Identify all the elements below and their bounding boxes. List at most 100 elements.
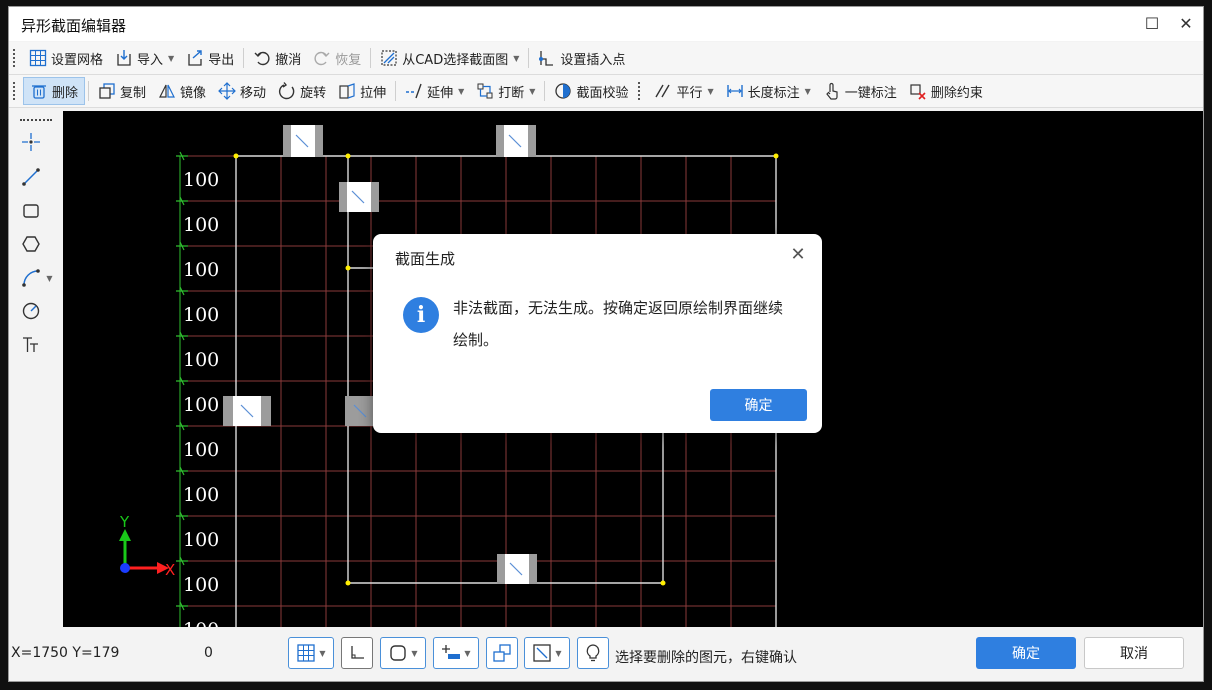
cancel-button[interactable]: 取消 (1084, 637, 1184, 669)
dialog-ok-button[interactable]: 确定 (710, 389, 807, 421)
orthogonal-button[interactable] (341, 637, 373, 669)
grid-row-label: 100 (183, 394, 219, 416)
move-button[interactable]: 移动 (212, 78, 272, 104)
maximize-icon[interactable]: ☐ (1141, 13, 1163, 35)
length-dimension-button[interactable]: 长度标注 ▼ (720, 78, 817, 104)
vertex-point[interactable] (345, 580, 351, 586)
polygon-icon[interactable] (20, 233, 42, 255)
layer-icon (493, 644, 511, 662)
delete-constraint-button[interactable]: 删除约束 (903, 78, 989, 104)
chevron-down-icon: ▼ (555, 648, 562, 658)
constraint-marker[interactable] (223, 396, 271, 426)
toolbar-grip[interactable] (638, 82, 644, 100)
chevron-down-icon: ▼ (319, 648, 326, 658)
insert-point-icon (538, 49, 556, 67)
mirror-icon (158, 82, 176, 100)
undo-button[interactable]: 撤消 (247, 45, 307, 71)
chevron-down-icon[interactable]: ▼ (168, 54, 174, 63)
info-icon: i (403, 297, 439, 333)
grid-settings-button[interactable]: 设置网格 (23, 45, 109, 71)
import-button[interactable]: 导入 ▼ (109, 45, 180, 71)
stretch-button[interactable]: 拉伸 (332, 78, 392, 104)
one-click-dimension-button[interactable]: 一键标注 (817, 78, 903, 104)
rotate-icon (278, 82, 296, 100)
status-bar: X=1750 Y=179 0 ▼ ▼ ▼ ▼ 选择要删除的图元，右键确认 确定 … (9, 627, 1203, 681)
toolbar-grip[interactable] (13, 82, 19, 100)
grid-toggle-icon (297, 644, 316, 662)
length-dimension-icon (726, 82, 744, 100)
chevron-down-icon[interactable]: ▼ (805, 87, 811, 96)
arc-icon[interactable]: ▼ (20, 267, 54, 289)
export-button[interactable]: 导出 (180, 45, 240, 71)
shape-snap-button[interactable]: ▼ (380, 637, 426, 669)
text-icon[interactable] (20, 334, 42, 356)
grid-row-label: 100 (183, 484, 219, 506)
chevron-down-icon[interactable]: ▼ (46, 274, 52, 283)
grid-row-label: 100 (183, 619, 219, 627)
hand-pointer-icon (823, 82, 841, 100)
move-icon (218, 82, 236, 100)
break-icon (476, 82, 494, 100)
constraint-marker[interactable] (496, 125, 536, 157)
rotate-button[interactable]: 旋转 (272, 78, 332, 104)
constraint-marker[interactable] (345, 396, 375, 426)
constraint-marker[interactable] (283, 125, 323, 157)
grid-row-label: 100 (183, 304, 219, 326)
grid-tick (176, 331, 188, 341)
chevron-down-icon[interactable]: ▼ (707, 87, 713, 96)
y-axis-label: Y (119, 513, 130, 531)
chevron-down-icon[interactable]: ▼ (458, 87, 464, 96)
mirror-button[interactable]: 镜像 (152, 78, 212, 104)
grid-tick (176, 376, 188, 386)
chevron-down-icon[interactable]: ▼ (529, 87, 535, 96)
dialog-title: 截面生成 (395, 250, 456, 268)
point-snap-icon (442, 645, 461, 659)
extend-button[interactable]: 延伸 ▼ (399, 78, 470, 104)
point-icon[interactable] (20, 131, 42, 153)
redo-button[interactable]: 恢复 (307, 45, 367, 71)
vertex-point[interactable] (233, 153, 239, 159)
export-icon (186, 49, 204, 67)
vertex-point[interactable] (345, 265, 351, 271)
circle-icon[interactable] (20, 300, 42, 322)
close-icon[interactable]: ✕ (1175, 13, 1197, 35)
rectangle-icon[interactable] (20, 200, 42, 222)
panel-grip[interactable] (20, 119, 52, 121)
confirm-button[interactable]: 确定 (976, 637, 1076, 669)
point-snap-button[interactable]: ▼ (433, 637, 479, 669)
grid-row-label: 100 (183, 529, 219, 551)
constraint-marker[interactable] (497, 554, 537, 584)
set-insert-point-button[interactable]: 设置插入点 (532, 45, 631, 71)
close-icon[interactable]: ✕ (787, 244, 809, 266)
constraint-button[interactable]: ▼ (524, 637, 570, 669)
main-toolbar: 设置网格 导入 ▼ 导出 撤消 恢复 从CAD选择截面图 ▼ 设置插入点 (9, 42, 1203, 75)
break-button[interactable]: 打断 ▼ (470, 78, 541, 104)
layer-button[interactable] (486, 637, 518, 669)
grid-toggle-button[interactable]: ▼ (288, 637, 334, 669)
line-icon[interactable] (20, 166, 42, 188)
delete-constraint-icon (909, 82, 927, 100)
section-check-icon (554, 82, 572, 100)
status-hint: 选择要删除的图元，右键确认 (615, 650, 797, 666)
import-icon (115, 49, 133, 67)
parallel-button[interactable]: 平行 ▼ (648, 78, 719, 104)
section-check-button[interactable]: 截面校验 (548, 78, 634, 104)
grid-tick (176, 286, 188, 296)
delete-button[interactable]: 删除 (23, 77, 86, 105)
grid-row-label: 100 (183, 439, 219, 461)
vertex-point[interactable] (345, 153, 351, 159)
toolbar-separator (88, 81, 90, 101)
constraint-marker[interactable] (339, 182, 379, 212)
copy-button[interactable]: 复制 (92, 78, 152, 104)
grid-row-label: 100 (183, 214, 219, 236)
vertex-point[interactable] (773, 153, 779, 159)
grid-row-label: 100 (183, 574, 219, 596)
lightbulb-button[interactable] (577, 637, 609, 669)
select-from-cad-button[interactable]: 从CAD选择截面图 ▼ (374, 45, 525, 71)
grid-tick (176, 601, 188, 611)
chevron-down-icon: ▼ (411, 648, 418, 658)
grid-row-label: 100 (183, 259, 219, 281)
chevron-down-icon[interactable]: ▼ (513, 54, 519, 63)
toolbar-grip[interactable] (13, 49, 19, 67)
vertex-point[interactable] (660, 580, 666, 586)
